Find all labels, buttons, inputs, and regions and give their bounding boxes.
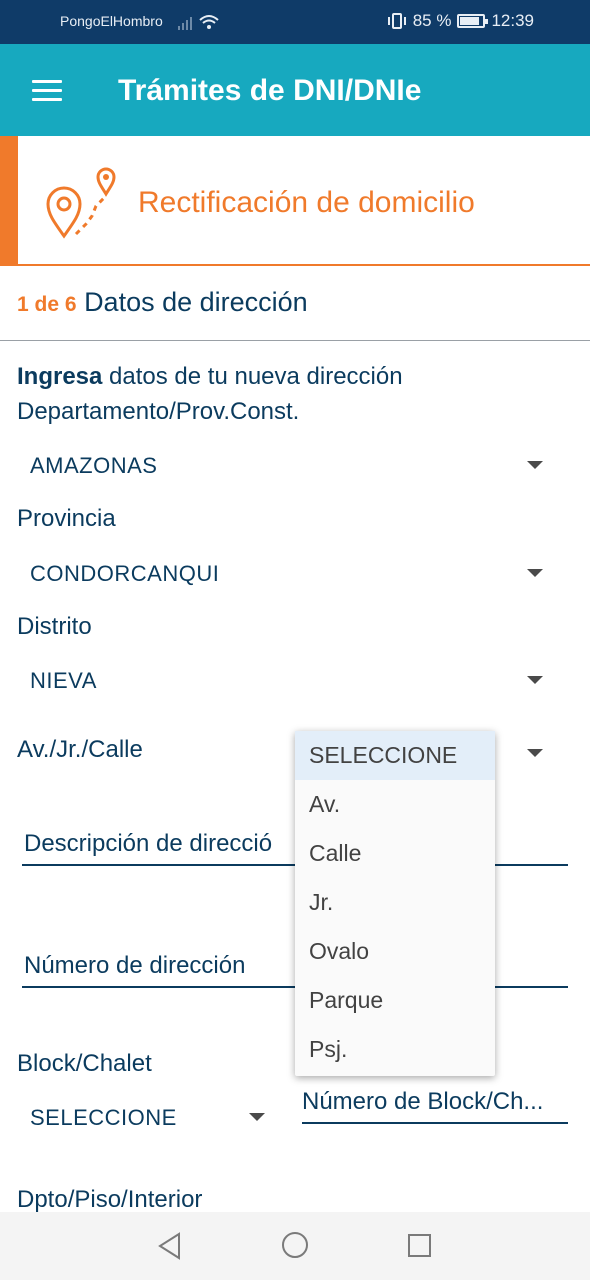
divider [0, 340, 590, 341]
via-label: Av./Jr./Calle [17, 736, 143, 763]
dropdown-arrow-icon [527, 676, 543, 684]
signal-wifi-icons [178, 15, 219, 30]
dropdown-option[interactable]: Jr. [295, 878, 495, 927]
departamento-label: Departamento/Prov.Const. [17, 398, 300, 425]
via-dropdown-menu: SELECCIONE Av. Calle Jr. Ovalo Parque Ps… [295, 731, 495, 1076]
departamento-select[interactable]: AMAZONAS [17, 445, 543, 485]
distrito-value: NIEVA [30, 668, 97, 693]
battery-icon [457, 14, 489, 28]
dropdown-arrow-icon [527, 749, 543, 757]
section-header-card: Rectificación de domicilio [0, 136, 590, 266]
recent-apps-icon[interactable] [408, 1234, 431, 1257]
dpto-label: Dpto/Piso/Interior [17, 1186, 203, 1213]
provincia-select[interactable]: CONDORCANQUI [17, 553, 543, 593]
dropdown-arrow-icon [249, 1113, 265, 1121]
hamburger-menu-icon[interactable] [32, 80, 62, 102]
numero-placeholder: Número de dirección [24, 952, 246, 979]
provincia-value: CONDORCANQUI [30, 561, 220, 586]
dropdown-option[interactable]: Calle [295, 829, 495, 878]
step-title: Datos de dirección [84, 287, 308, 317]
form-intro: Ingresa datos de tu nueva dirección [17, 363, 403, 390]
dropdown-arrow-icon [527, 461, 543, 469]
carrier-name: PongoElHombro [60, 13, 163, 29]
vibrate-icon [387, 13, 406, 29]
dropdown-option[interactable]: SELECCIONE [295, 731, 495, 780]
section-title: Rectificación de domicilio [138, 186, 475, 219]
block-value: SELECCIONE [30, 1105, 177, 1130]
app-title: Trámites de DNI/DNIe [118, 74, 422, 107]
app-bar: Trámites de DNI/DNIe [0, 44, 590, 136]
battery-percent: 85 % [412, 11, 452, 30]
numero-block-input[interactable]: Número de Block/Ch... [302, 1082, 568, 1124]
clock: 12:39 [491, 11, 534, 30]
distrito-select[interactable]: NIEVA [17, 660, 543, 700]
map-pin-route-icon [46, 167, 116, 239]
system-nav-bar [0, 1212, 590, 1280]
departamento-value: AMAZONAS [30, 453, 158, 478]
descripcion-placeholder: Descripción de direcció [24, 830, 273, 857]
dropdown-option[interactable]: Ovalo [295, 927, 495, 976]
step-indicator: 1 de 6 Datos de dirección [17, 287, 308, 318]
distrito-label: Distrito [17, 613, 92, 640]
dropdown-option[interactable]: Psj. [295, 1025, 495, 1074]
numero-block-placeholder: Número de Block/Ch... [302, 1088, 544, 1115]
status-bar: PongoElHombro 85 % 12:39 [0, 0, 590, 44]
back-icon[interactable] [157, 1232, 183, 1260]
dropdown-arrow-icon [527, 569, 543, 577]
block-select[interactable]: SELECCIONE [17, 1097, 265, 1137]
dropdown-option[interactable]: Parque [295, 976, 495, 1025]
block-label: Block/Chalet [17, 1050, 152, 1077]
step-counter: 1 de 6 [17, 293, 77, 316]
home-icon[interactable] [282, 1232, 308, 1258]
dropdown-option[interactable]: Av. [295, 780, 495, 829]
provincia-label: Provincia [17, 505, 116, 532]
